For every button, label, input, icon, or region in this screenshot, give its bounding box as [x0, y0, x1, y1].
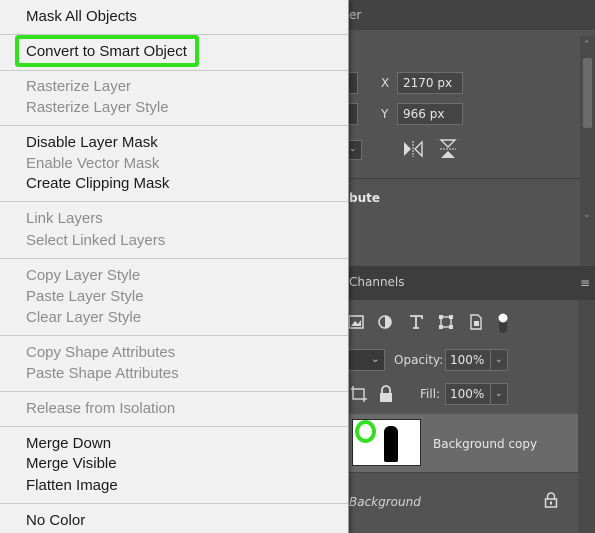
lock-all-icon[interactable] — [378, 385, 394, 403]
filter-shape-icon[interactable] — [438, 314, 454, 330]
properties-section-heading: bute — [349, 191, 381, 205]
menu-item-rasterize-layer: Rasterize Layer — [26, 78, 132, 95]
opacity-label: Opacity: — [394, 353, 444, 367]
opacity-dropdown[interactable]: ⌄ — [491, 349, 508, 371]
layer-name-background-copy[interactable]: Background copy — [433, 437, 537, 451]
tab-channels[interactable]: Channels — [349, 275, 405, 289]
menu-item-merge-down[interactable]: Merge Down — [26, 435, 111, 453]
smart-object-highlight-box — [15, 35, 199, 67]
menu-item-no-color[interactable]: No Color — [26, 512, 85, 530]
scroll-down-icon[interactable]: ⌄ — [583, 210, 591, 220]
menu-separator — [0, 503, 348, 504]
blend-mode-dropdown[interactable]: ⌄ — [349, 349, 385, 371]
x-position-input[interactable]: 2170 px — [397, 72, 463, 94]
filter-pixel-icon[interactable] — [348, 314, 364, 330]
layer-name-background[interactable]: Background — [349, 495, 421, 509]
menu-item-disable-layer-mask[interactable]: Disable Layer Mask — [26, 134, 158, 152]
thumbnail-silhouette — [384, 426, 398, 462]
menu-item-select-linked-layers: Select Linked Layers — [26, 232, 166, 249]
flip-vertical-icon[interactable] — [439, 138, 457, 160]
menu-item-copy-shape-attributes: Copy Shape Attributes — [26, 344, 176, 361]
layer-context-menu: Mask All Objects Convert to Smart Object… — [0, 0, 349, 533]
menu-item-flatten-image[interactable]: Flatten Image — [26, 477, 118, 495]
menu-item-enable-vector-mask: Enable Vector Mask — [26, 155, 160, 172]
menu-item-clear-layer-style: Clear Layer Style — [26, 309, 142, 326]
thumbnail-highlight-circle — [355, 420, 376, 443]
flip-horizontal-icon[interactable] — [402, 140, 424, 158]
filter-type-icon[interactable] — [408, 314, 424, 330]
menu-separator — [0, 70, 348, 71]
filter-toggle-icon[interactable] — [497, 312, 509, 334]
fill-input[interactable]: 100% — [445, 383, 491, 405]
properties-scroll-thumb[interactable] — [583, 58, 592, 128]
x-label: X — [381, 76, 390, 90]
scroll-up-icon[interactable]: ⌃ — [583, 40, 591, 50]
layers-scrollbar[interactable] — [578, 300, 595, 533]
panel-menu-icon[interactable]: ≡ — [580, 276, 590, 290]
filter-smart-object-icon[interactable] — [468, 314, 484, 330]
fill-label: Fill: — [420, 387, 441, 401]
menu-item-rasterize-layer-style: Rasterize Layer Style — [26, 99, 169, 116]
layer-lock-icon — [544, 492, 558, 508]
filter-adjustment-icon[interactable] — [377, 314, 393, 330]
height-field[interactable] — [349, 103, 358, 125]
menu-separator — [0, 335, 348, 336]
properties-divider — [349, 178, 580, 179]
fill-dropdown[interactable]: ⌄ — [491, 383, 508, 405]
opacity-input[interactable]: 100% — [445, 349, 491, 371]
menu-item-link-layers: Link Layers — [26, 210, 103, 227]
menu-item-mask-all-objects[interactable]: Mask All Objects — [26, 8, 137, 26]
angle-dropdown[interactable]: ⌄ — [349, 140, 362, 160]
lock-artboard-icon[interactable] — [350, 385, 368, 403]
menu-separator — [0, 125, 348, 126]
y-label: Y — [381, 107, 389, 121]
menu-item-merge-visible[interactable]: Merge Visible — [26, 455, 117, 473]
menu-separator — [0, 201, 348, 202]
menu-item-paste-shape-attributes: Paste Shape Attributes — [26, 365, 179, 382]
menu-separator — [0, 426, 348, 427]
panel-tab-properties[interactable]: er — [349, 8, 361, 22]
menu-item-release-from-isolation: Release from Isolation — [26, 400, 176, 417]
menu-item-paste-layer-style: Paste Layer Style — [26, 288, 144, 305]
menu-item-copy-layer-style: Copy Layer Style — [26, 267, 141, 284]
menu-item-create-clipping-mask[interactable]: Create Clipping Mask — [26, 175, 169, 193]
menu-separator — [0, 391, 348, 392]
y-position-input[interactable]: 966 px — [397, 103, 463, 125]
menu-separator — [0, 258, 348, 259]
width-field[interactable] — [349, 72, 358, 94]
